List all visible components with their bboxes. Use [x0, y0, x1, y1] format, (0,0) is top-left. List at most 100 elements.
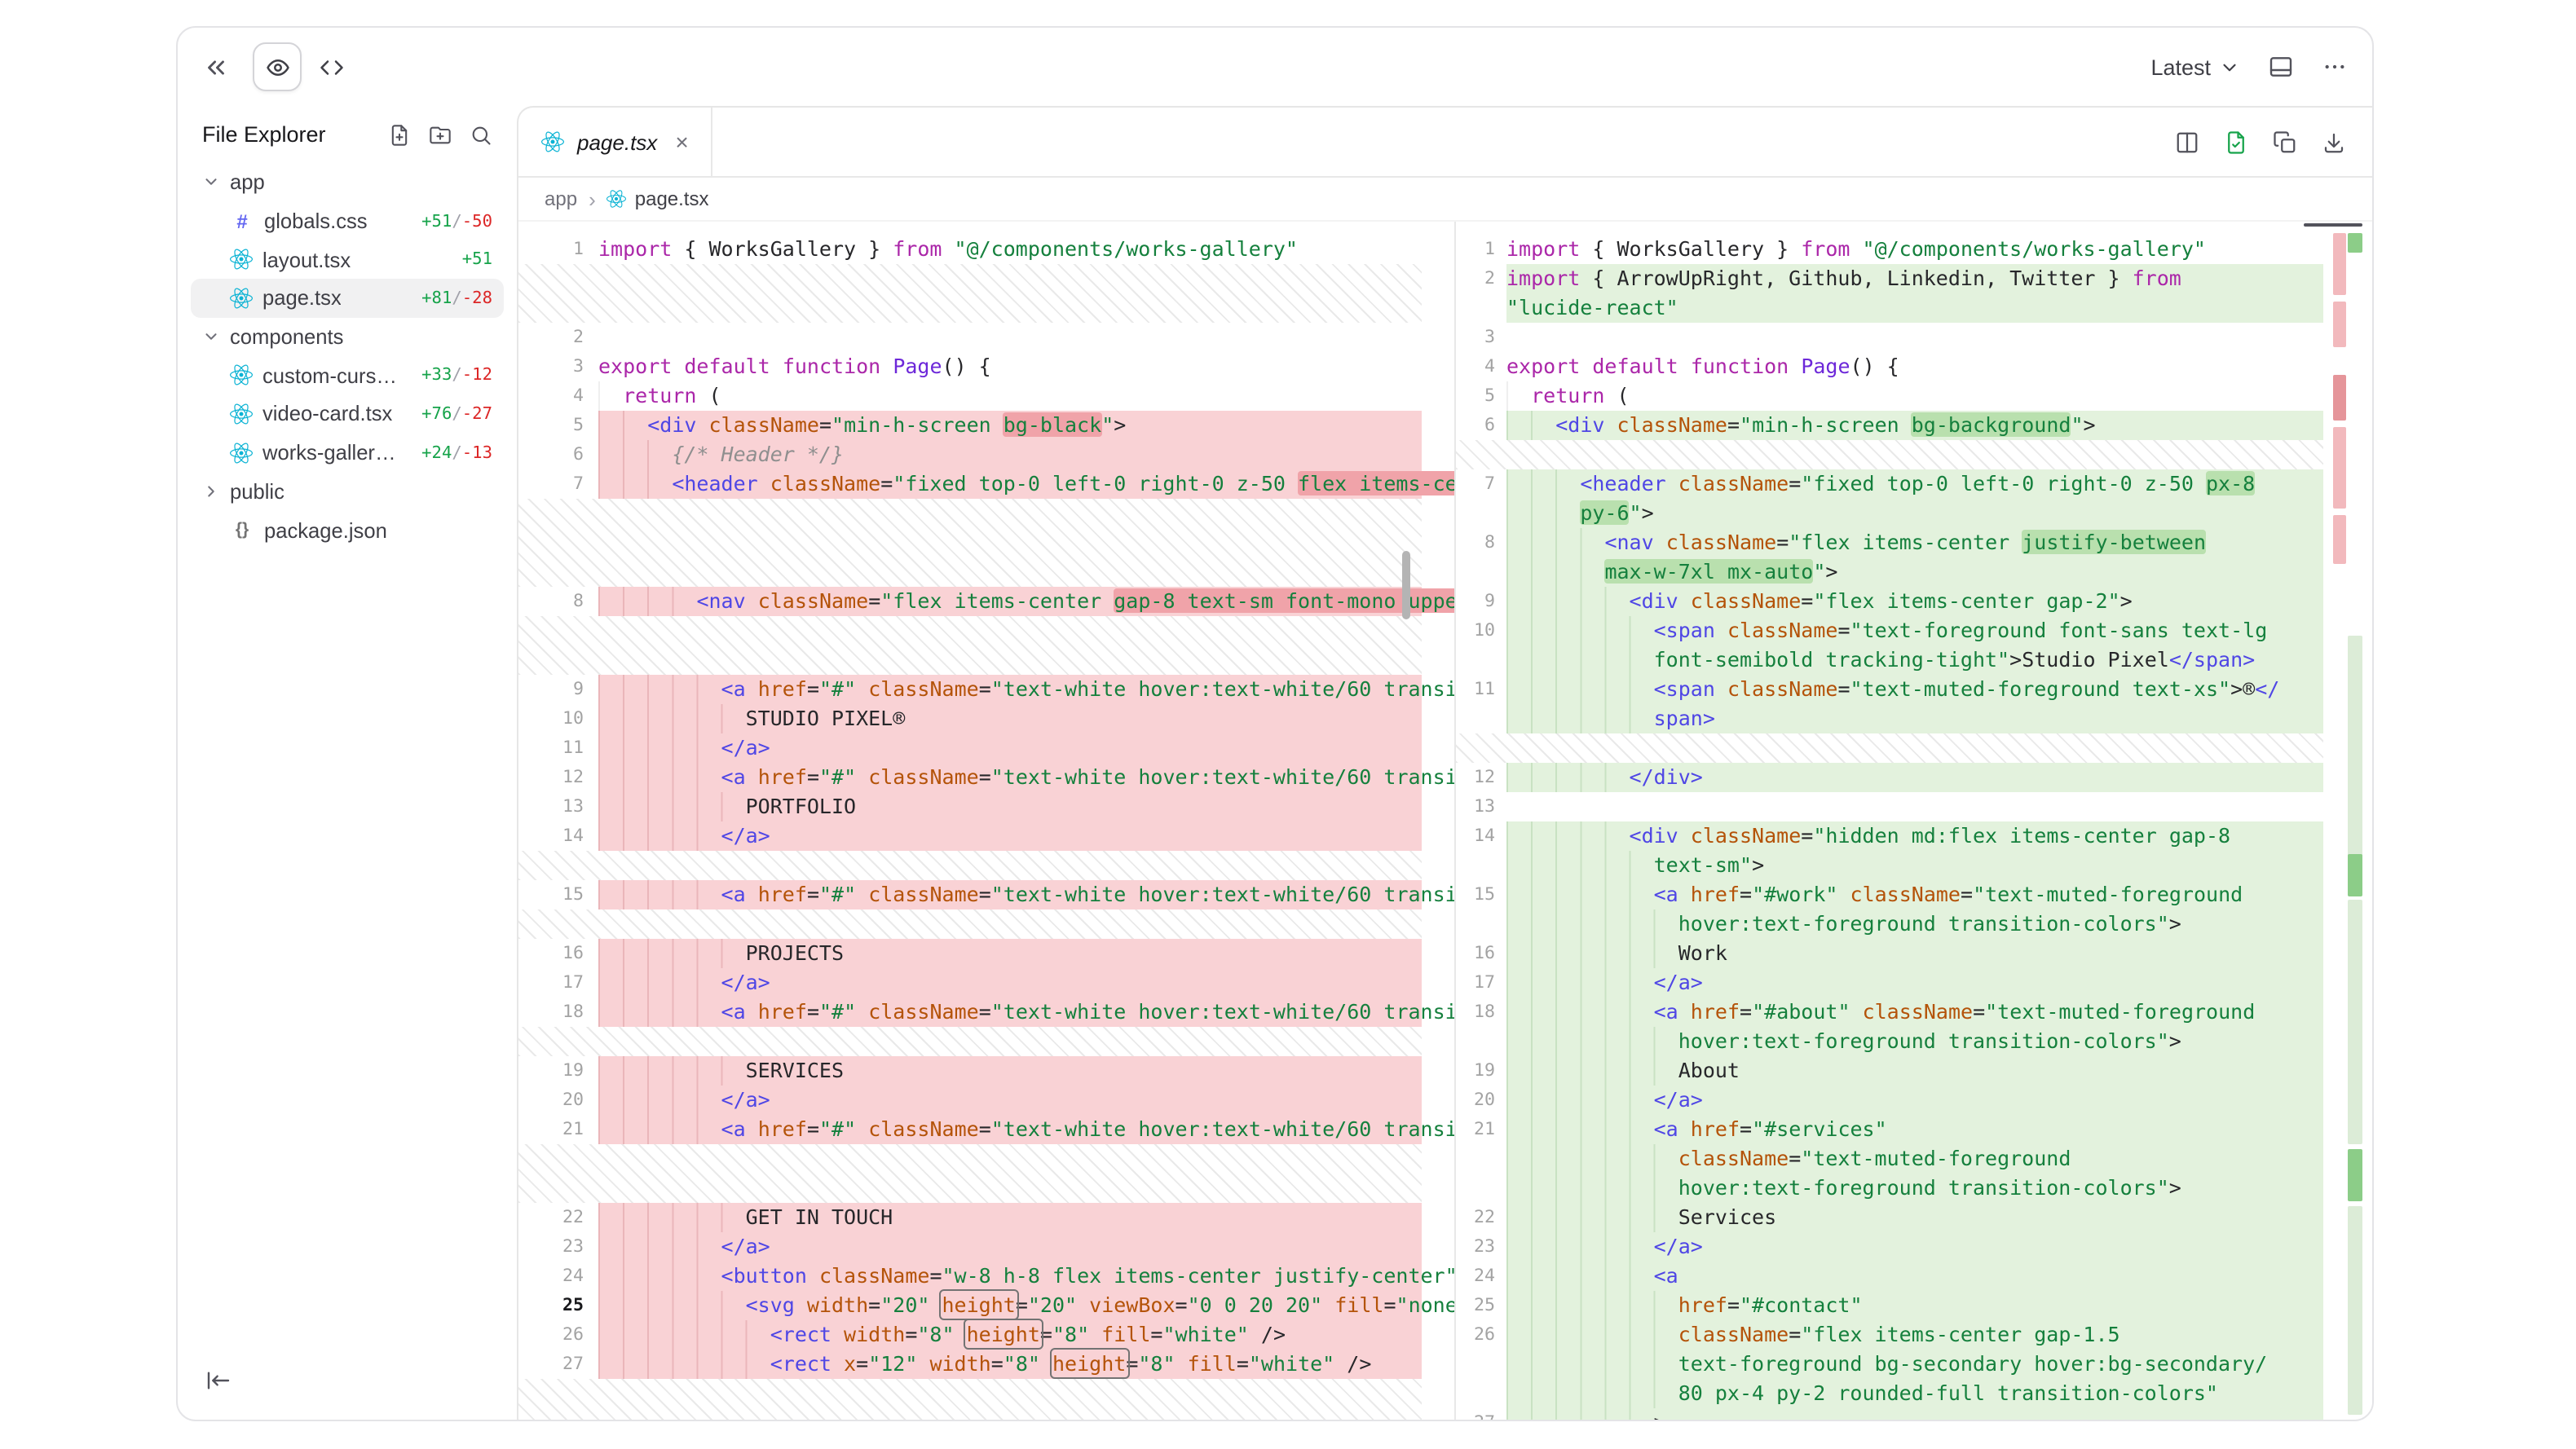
line-content: Services	[1506, 1203, 2323, 1232]
line-number: 24	[518, 1262, 598, 1291]
line-number: 7	[1456, 469, 1506, 499]
diff-spacer	[518, 499, 1454, 587]
new-folder-button[interactable]	[429, 123, 452, 146]
tab-bar: page.tsx ×	[518, 108, 2372, 178]
diff-spacer	[518, 1144, 1454, 1203]
split-editor-button[interactable]	[2175, 130, 2199, 154]
code-line: 23 </a>	[518, 1232, 1454, 1262]
copy-button[interactable]	[2273, 130, 2297, 154]
line-content: <div className="min-h-screen bg-black">	[598, 411, 1422, 440]
tab-page-tsx[interactable]: page.tsx ×	[518, 108, 713, 176]
tree-item-label: components	[230, 324, 343, 349]
line-number: 5	[1456, 381, 1506, 411]
line-number: 23	[1456, 1232, 1506, 1262]
ellipsis-icon	[2322, 54, 2348, 80]
new-file-button[interactable]	[388, 123, 411, 146]
line-content: hover:text-foreground transition-colors"…	[1506, 909, 2323, 939]
tree-item-label: works-galler…	[262, 440, 396, 465]
line-number: 14	[1456, 821, 1506, 851]
line-number	[1456, 293, 1506, 323]
tree-file-works-galler[interactable]: works-galler…+24/-13	[191, 434, 504, 472]
collapse-panel-button[interactable]	[205, 1368, 232, 1394]
file-explorer-title: File Explorer	[202, 122, 375, 147]
line-number: 25	[1456, 1291, 1506, 1320]
diff-overview-ruler[interactable]	[2333, 228, 2362, 1410]
tree-item-label: app	[230, 170, 265, 195]
tree-file-page-tsx[interactable]: page.tsx+81/-28	[191, 279, 504, 317]
json-icon: {}	[230, 520, 254, 540]
editor-panel: page.tsx ×	[517, 106, 2372, 1420]
line-number	[1456, 1027, 1506, 1056]
overview-removed-mark	[2333, 427, 2346, 509]
code-line: 22 GET IN TOUCH	[518, 1203, 1454, 1232]
tree-file-globals-css[interactable]: #globals.css+51/-50	[191, 201, 504, 240]
panel-toggle-button[interactable]	[2268, 54, 2294, 80]
line-content: PROJECTS	[598, 939, 1422, 968]
line-content: className="text-muted-foreground	[1506, 1144, 2323, 1174]
line-number	[1456, 1350, 1506, 1379]
chevron-right-icon: ›	[589, 188, 596, 209]
diff-stats: +51	[462, 249, 492, 269]
react-icon	[230, 441, 253, 464]
line-content: <span className="text-foreground font-sa…	[1506, 616, 2323, 645]
breadcrumb-folder[interactable]: app	[545, 187, 577, 210]
line-number: 27	[518, 1350, 598, 1379]
line-number: 8	[1456, 528, 1506, 557]
eye-icon	[265, 55, 289, 79]
arrow-left-to-line-icon	[205, 1368, 232, 1394]
close-tab-icon[interactable]: ×	[675, 130, 688, 153]
tree-folder-components[interactable]: components	[191, 318, 504, 356]
view-mode-toggle	[253, 42, 355, 91]
more-menu-button[interactable]	[2322, 54, 2348, 80]
diff-pane-new[interactable]: 1import { WorksGallery } from "@/compone…	[1454, 222, 2323, 1420]
line-number: 2	[518, 323, 598, 352]
line-content: export default function Page() {	[598, 352, 1422, 381]
line-number: 8	[518, 587, 598, 616]
line-number: 12	[518, 763, 598, 792]
chrome-right-group: Latest	[2150, 54, 2348, 80]
line-content: <rect width="8" height="8" fill="white" …	[598, 1320, 1422, 1350]
search-files-button[interactable]	[470, 123, 492, 146]
code-line: max-w-7xl mx-auto">	[1456, 557, 2323, 587]
line-number: 12	[1456, 763, 1506, 792]
line-number: 7	[518, 469, 598, 499]
tree-file-custom-curs[interactable]: custom-curs…+33/-12	[191, 356, 504, 394]
file-explorer-panel: File Explorer	[178, 106, 517, 1420]
tree-file-layout-tsx[interactable]: layout.tsx +51	[191, 240, 504, 279]
tree-item-label: globals.css	[264, 209, 368, 233]
diff-spacer	[1456, 733, 2323, 763]
overview-added-mark	[2348, 854, 2362, 896]
tree-folder-public[interactable]: public	[191, 472, 504, 510]
tree-item-label: layout.tsx	[262, 247, 351, 271]
left-pane-scrollbar-thumb[interactable]	[1402, 551, 1410, 619]
tree-folder-app[interactable]: app	[191, 163, 504, 201]
search-icon	[470, 123, 492, 146]
overview-added-mark	[2348, 1149, 2362, 1201]
version-label: Latest	[2150, 55, 2211, 79]
tree-file-video-card-tsx[interactable]: video-card.tsx+76/-27	[191, 394, 504, 433]
diff-view: 1import { WorksGallery } from "@/compone…	[518, 222, 2372, 1420]
overview-removed-mark	[2333, 233, 2346, 295]
line-content: Work	[1506, 939, 2323, 968]
line-number: 18	[518, 998, 598, 1027]
code-line: 27 <rect x="12" width="8" height="8" fil…	[518, 1350, 1454, 1379]
collapse-sidebar-button[interactable]	[202, 53, 230, 81]
diff-pane-old[interactable]: 1import { WorksGallery } from "@/compone…	[518, 222, 1454, 1420]
code-toggle-button[interactable]	[307, 42, 355, 91]
line-content: "lucide-react"	[1506, 293, 2323, 323]
code-line: 25 href="#contact"	[1456, 1291, 2323, 1320]
tree-file-package-json[interactable]: {}package.json	[191, 510, 504, 548]
line-content: hover:text-foreground transition-colors"…	[1506, 1174, 2323, 1203]
line-content: <div className="min-h-screen bg-backgrou…	[1506, 411, 2323, 440]
minimap-viewport-line[interactable]	[2304, 223, 2362, 227]
version-dropdown[interactable]: Latest	[2150, 55, 2240, 79]
breadcrumb-file[interactable]: page.tsx	[607, 187, 709, 210]
diff-view-button[interactable]	[2224, 130, 2248, 154]
code-line: 20 </a>	[1456, 1086, 2323, 1115]
code-line: 11 </a>	[518, 733, 1454, 763]
download-button[interactable]	[2322, 130, 2346, 154]
line-number: 19	[518, 1056, 598, 1086]
line-content: STUDIO PIXEL®	[598, 704, 1422, 733]
preview-toggle-button[interactable]	[253, 42, 302, 91]
line-content: <rect x="12" width="8" height="8" fill="…	[598, 1350, 1422, 1379]
